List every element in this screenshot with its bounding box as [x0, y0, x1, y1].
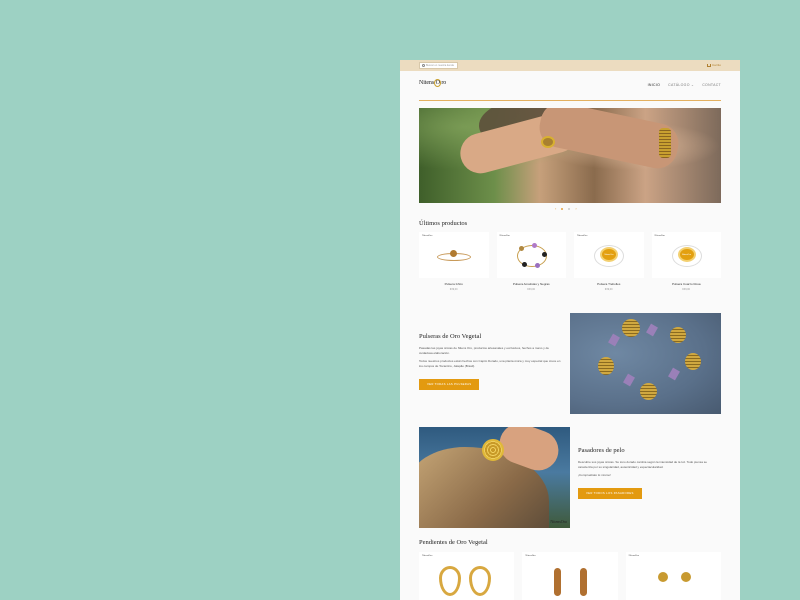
product-card[interactable]: NitensOro Pulsera Ixhiro €39,00 — [419, 232, 489, 291]
clip-jewel — [482, 439, 504, 461]
earrings-grid: NitensOro NitensOro NitensOro — [419, 552, 721, 600]
gold-bead — [622, 319, 640, 337]
website-window: Buscar en nuestra tienda Carrito Nitens O… — [400, 60, 740, 600]
amethyst — [668, 367, 680, 381]
gold-disc: NitensOro — [600, 247, 618, 262]
hero-jewel — [541, 136, 555, 148]
main-nav: INICIO CATÁLOGO ⌄ CONTACT — [648, 83, 721, 87]
slider-prev-button[interactable]: ‹ — [555, 206, 556, 211]
hair-clips-feature: Pasadores de pelo Descubre sus joyas úni… — [578, 447, 721, 499]
amethyst — [623, 373, 635, 387]
gold-bead — [670, 327, 686, 343]
hair-clips-title: Pasadores de pelo — [578, 447, 625, 454]
bead — [521, 262, 527, 267]
product-image[interactable]: NitensOro NitensOro — [574, 232, 644, 278]
latest-products-title: Últimos productos — [419, 220, 468, 227]
search-placeholder: Buscar en nuestra tienda — [426, 64, 454, 67]
latest-products-grid: NitensOro Pulsera Ixhiro €39,00 NitensOr… — [419, 232, 721, 291]
nav-contact[interactable]: CONTACT — [702, 83, 721, 87]
hero-slide-image[interactable] — [419, 108, 721, 203]
hair-clips-text-1: Descubre sus joyas únicas. Su tono dorad… — [578, 460, 707, 469]
earring-shape — [657, 572, 668, 582]
earring-shape — [469, 566, 491, 596]
product-price: €39,00 — [604, 287, 613, 291]
hair-clips-text-2: ¡Compruébalo tú mismo! — [578, 473, 611, 477]
bead — [531, 243, 537, 248]
view-hair-clips-button[interactable]: VER TODOS LOS PASADORES — [578, 487, 642, 499]
amethyst — [608, 333, 620, 347]
earring-card[interactable]: NitensOro — [419, 552, 515, 600]
product-card[interactable]: NitensOro Pulsera Amatistas y Negras €39… — [496, 232, 567, 291]
earrings-title: Pendientes de Oro Vegetal — [419, 539, 488, 546]
bracelets-text-2: Todos nuestros productos están hechos co… — [419, 359, 561, 368]
logo-prefix: Nitens — [419, 80, 435, 86]
slider-controls: ‹ › — [555, 206, 577, 211]
product-name[interactable]: Pulsera Cuarzo Rosa — [652, 282, 722, 286]
cart-label: Carrito — [711, 63, 721, 67]
bracelet-feature-image — [570, 313, 721, 414]
product-image[interactable]: NitensOro NitensOro — [651, 232, 721, 278]
bracelet-bead — [450, 250, 457, 257]
view-bracelets-button[interactable]: VER TODAS LAS PULSERAS — [419, 378, 480, 390]
earring-shape — [680, 572, 691, 582]
logo-suffix: ro — [441, 80, 447, 86]
hero-bracelet — [659, 128, 671, 158]
bracelets-title: Pulseras de Oro Vegetal — [419, 333, 482, 340]
header-divider — [419, 100, 721, 101]
product-brand: NitensOro — [654, 234, 665, 237]
gold-bead — [685, 353, 701, 370]
bead — [541, 252, 547, 257]
amethyst — [646, 323, 658, 337]
clip-image-logo: NitensOro — [550, 519, 567, 524]
slider-dot-1[interactable] — [561, 207, 564, 210]
product-card[interactable]: NitensOro NitensOro Pulsera Trebolles €3… — [574, 232, 644, 291]
product-price: €39,00 — [449, 287, 458, 291]
top-bar: Buscar en nuestra tienda Carrito — [400, 60, 740, 71]
nav-catalogo[interactable]: CATÁLOGO ⌄ — [668, 83, 694, 87]
gold-bead — [640, 383, 657, 400]
product-image[interactable]: NitensOro — [496, 232, 566, 278]
product-name[interactable]: Pulsera Ixhiro — [419, 282, 489, 286]
cart-icon — [707, 63, 711, 67]
disc-label: NitensOro — [604, 254, 614, 256]
product-price: €39,00 — [527, 287, 536, 291]
earring-card[interactable]: NitensOro — [522, 552, 618, 600]
search-input[interactable]: Buscar en nuestra tienda — [419, 62, 458, 69]
slider-dot-2[interactable] — [568, 207, 571, 210]
nav-inicio[interactable]: INICIO — [648, 83, 661, 87]
product-name[interactable]: Pulsera Amatistas y Negras — [497, 282, 567, 286]
product-price: €39,00 — [682, 287, 691, 291]
disc-label: NitensOro — [681, 254, 691, 256]
gold-disc: NitensOro — [677, 247, 696, 262]
product-brand: NitensOro — [525, 554, 536, 557]
earring-card[interactable]: NitensOro — [625, 552, 721, 600]
product-brand: NitensOro — [422, 554, 433, 557]
site-logo[interactable]: Nitens Oro — [419, 79, 447, 87]
product-brand: NitensOro — [422, 234, 433, 237]
product-image[interactable]: NitensOro — [419, 232, 489, 278]
bracelets-text-1: Pasadas las joyas únicas de Nitens Oro, … — [419, 346, 549, 355]
search-icon — [422, 64, 425, 67]
hair-clip-feature-image: NitensOro — [419, 427, 570, 528]
cart-link[interactable]: Carrito — [707, 63, 721, 67]
site-header: Nitens Oro INICIO CATÁLOGO ⌄ CONTACT — [400, 71, 740, 101]
product-brand: NitensOro — [628, 554, 640, 557]
bead — [534, 263, 540, 268]
earring-shape — [554, 568, 562, 596]
earring-shape — [439, 566, 461, 596]
product-card[interactable]: NitensOro NitensOro Pulsera Cuarzo Rosa … — [651, 232, 722, 291]
product-name[interactable]: Pulsera Trebolles — [574, 282, 644, 286]
product-brand: NitensOro — [577, 234, 588, 237]
product-brand: NitensOro — [499, 234, 510, 237]
earring-shape — [580, 568, 588, 596]
bead — [518, 246, 524, 251]
bracelets-feature: Pulseras de Oro Vegetal Pasadas las joya… — [419, 333, 561, 390]
gold-bead — [598, 357, 614, 375]
slider-next-button[interactable]: › — [575, 206, 576, 211]
